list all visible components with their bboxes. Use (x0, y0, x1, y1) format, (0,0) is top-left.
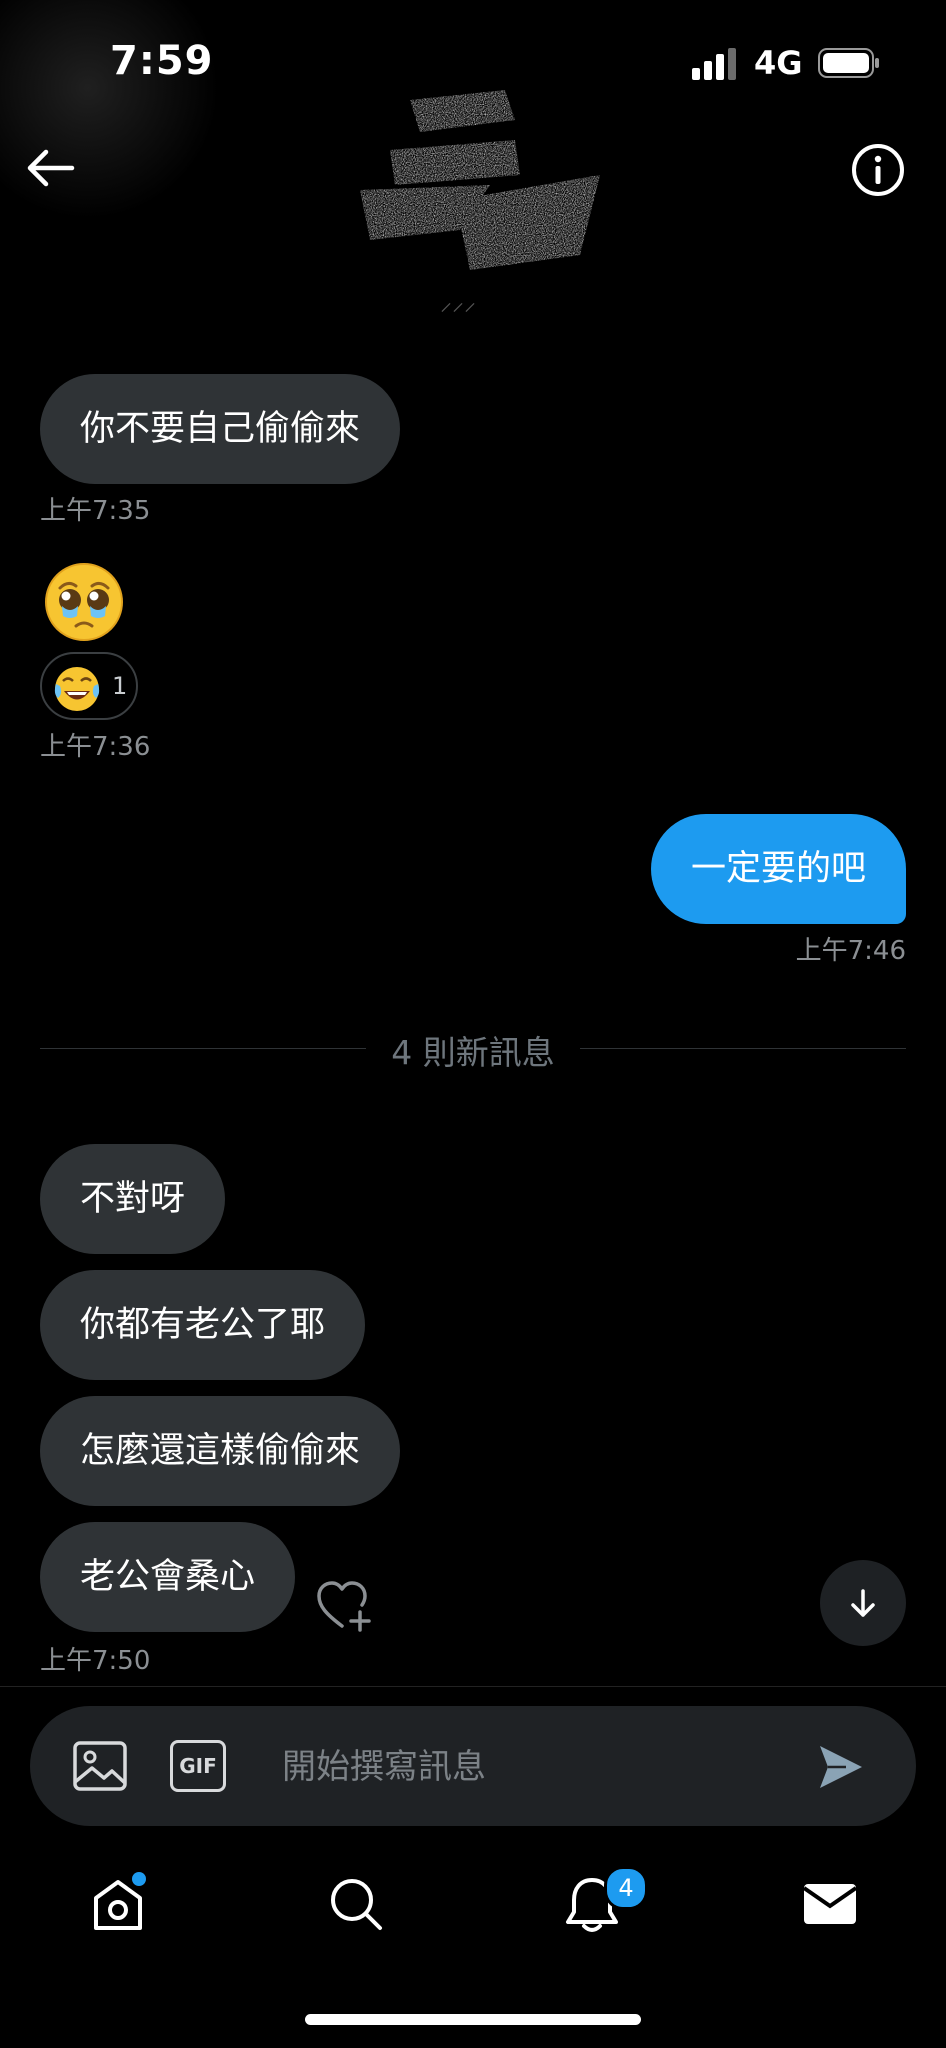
status-time: 7:59 (110, 38, 214, 84)
message-bubble-outgoing[interactable]: 一定要的吧 (650, 814, 906, 924)
message-reaction[interactable]: 1 (40, 652, 138, 720)
home-indicator (305, 2014, 641, 2025)
message-bubble-incoming[interactable]: 你都有老公了耶 (40, 1270, 366, 1380)
signal-strength-icon (692, 48, 736, 80)
message-bubble-incoming[interactable]: 不對呀 (40, 1144, 226, 1254)
image-icon[interactable] (72, 1740, 128, 1792)
message-timestamp: 上午7:35 (40, 496, 151, 526)
reaction-count: 1 (112, 672, 128, 700)
pleading-face-emoji-icon[interactable] (44, 562, 124, 642)
tears-of-joy-icon (54, 667, 100, 711)
conversation-avatar[interactable]: ⸝⸝⸝ (340, 80, 606, 320)
message-bubble-incoming[interactable]: 你不要自己偷偷來 (40, 374, 401, 484)
battery-icon (818, 48, 879, 78)
scroll-to-bottom-button[interactable] (820, 1560, 906, 1646)
message-bubble-incoming[interactable]: 老公會桑心 (40, 1522, 296, 1632)
message-input[interactable] (280, 1736, 804, 1798)
messages-envelope-icon[interactable] (800, 1874, 860, 1934)
svg-text:⸝⸝⸝: ⸝⸝⸝ (440, 288, 476, 316)
arrow-down-icon (851, 1589, 875, 1617)
home-notification-dot (132, 1872, 146, 1886)
send-icon[interactable] (816, 1742, 866, 1792)
composer-separator (0, 1686, 946, 1687)
message-timestamp: 上午7:50 (40, 1646, 151, 1676)
add-reaction-heart-icon[interactable] (316, 1580, 374, 1632)
network-type: 4G (754, 44, 803, 82)
info-icon[interactable] (848, 140, 908, 200)
message-bubble-incoming[interactable]: 怎麼還這樣偷偷來 (40, 1396, 401, 1506)
search-icon[interactable] (326, 1874, 386, 1934)
message-timestamp: 上午7:46 (795, 936, 906, 966)
new-messages-divider: 4 則新訊息 (391, 1033, 555, 1072)
gif-button[interactable]: GIF (170, 1740, 226, 1792)
message-composer: GIF (30, 1706, 916, 1826)
notifications-badge: 4 (604, 1866, 648, 1910)
back-arrow-icon[interactable] (22, 140, 78, 196)
message-timestamp: 上午7:36 (40, 732, 151, 762)
